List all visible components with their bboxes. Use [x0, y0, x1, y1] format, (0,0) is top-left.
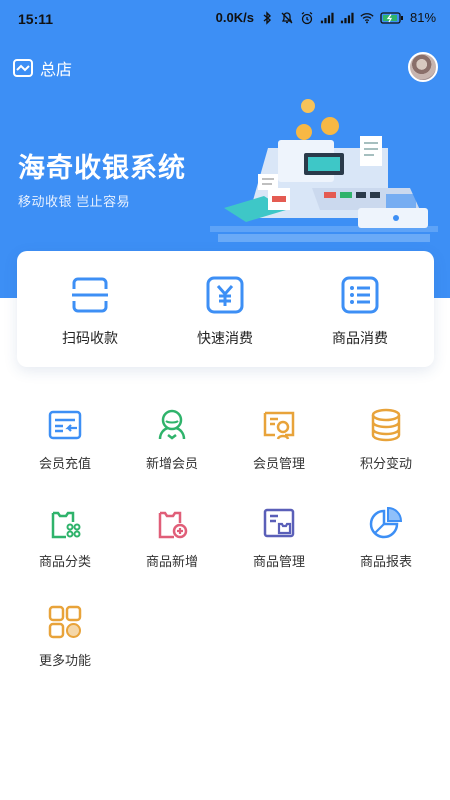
goods-manage-icon: [263, 508, 295, 538]
points-coins-icon: [371, 408, 401, 442]
goods-add-icon: [158, 511, 188, 539]
menu-item-label: 会员管理: [252, 456, 305, 471]
menu-item-goods-manage[interactable]: 商品管理: [229, 505, 329, 570]
menu-item-points-change[interactable]: 积分变动: [336, 407, 436, 472]
add-member-icon: [158, 409, 186, 440]
menu-item-goods-report[interactable]: 商品报表: [336, 505, 436, 570]
list-icon: [341, 276, 379, 314]
bluetooth-icon: [263, 10, 272, 25]
top-header: 总店: [0, 50, 450, 86]
store-label: 总店: [40, 62, 73, 79]
quick-action-scan[interactable]: 扫码收款: [30, 275, 150, 348]
card-recharge-icon: [48, 410, 82, 440]
pie-report-icon: [369, 506, 403, 539]
menu-item-member-manage[interactable]: 会员管理: [229, 407, 329, 472]
yuan-icon: [206, 276, 244, 314]
quick-action-label: 商品消费: [332, 330, 388, 346]
status-time: 15:11: [18, 11, 54, 27]
menu-item-goods-add[interactable]: 商品新增: [122, 505, 222, 570]
menu-item-more[interactable]: 更多功能: [15, 604, 115, 669]
quick-action-fast[interactable]: 快速消费: [165, 275, 285, 348]
menu-item-label: 积分变动: [359, 456, 412, 471]
menu-item-member-recharge[interactable]: 会员充值: [15, 407, 115, 472]
menu-item-goods-category[interactable]: 商品分类: [15, 505, 115, 570]
signal-icon-2: [340, 12, 354, 23]
app-subtitle: 移动收银 岂止容易: [18, 194, 131, 209]
alarm-icon: [301, 11, 313, 24]
menu-item-label: 更多功能: [38, 653, 91, 668]
menu-item-label: 商品管理: [252, 554, 305, 569]
more-grid-icon: [48, 605, 82, 639]
battery-percent: 81%: [409, 10, 436, 25]
store-selector[interactable]: 总店: [12, 56, 72, 80]
wifi-icon: [360, 12, 374, 23]
menu-item-label: 新增会员: [145, 456, 198, 471]
quick-action-label: 快速消费: [197, 330, 253, 346]
menu-item-label: 商品报表: [359, 554, 412, 569]
menu-item-label: 商品分类: [38, 554, 91, 569]
quick-actions-card: 扫码收款 快速消费 商品消费: [17, 251, 434, 367]
cash-register-illustration: [210, 99, 438, 242]
member-manage-icon: [263, 411, 295, 440]
mute-icon: [281, 11, 293, 23]
network-speed: 0.0K/s: [215, 10, 254, 25]
menu-item-label: 会员充值: [38, 456, 91, 471]
battery-icon: [380, 11, 403, 24]
menu-item-add-member[interactable]: 新增会员: [122, 407, 222, 472]
signal-icon: [320, 12, 334, 23]
scan-icon: [72, 277, 108, 313]
app-title: 海奇收银系统: [18, 153, 186, 183]
store-icon: [13, 59, 33, 77]
quick-action-label: 扫码收款: [62, 330, 118, 346]
goods-category-icon: [51, 511, 81, 539]
menu-item-label: 商品新增: [145, 554, 198, 569]
quick-action-goods[interactable]: 商品消费: [300, 275, 420, 348]
status-bar: 15:11 0.0K/s 81%: [0, 0, 450, 36]
user-avatar[interactable]: [408, 52, 438, 82]
status-icons: 0.0K/s 81%: [216, 10, 436, 25]
